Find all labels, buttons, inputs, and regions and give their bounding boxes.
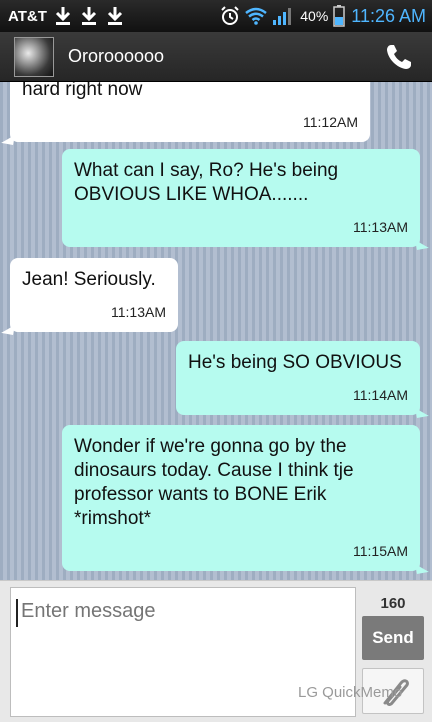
message-text: He's being SO OBVIOUS: [188, 352, 402, 373]
signal-icon: [273, 8, 292, 25]
battery-icon: [333, 5, 346, 27]
message-timestamp: 11:13AM: [111, 304, 166, 320]
message-text: Wonder if we're gonna go by the dinosaur…: [74, 436, 354, 529]
download-icon: [81, 7, 96, 25]
text-caret: [16, 599, 18, 627]
contact-name[interactable]: Ororoooooo: [68, 46, 164, 67]
status-bar: AT&T 40% 11:26 AM: [0, 0, 432, 32]
message-text: hard right now: [22, 82, 143, 100]
conversation-header: Ororoooooo: [0, 32, 432, 82]
download-icon: [107, 7, 122, 25]
message-incoming[interactable]: Jean! Seriously. 11:13AM: [1, 258, 178, 335]
carrier-label: AT&T: [8, 7, 47, 25]
message-text: What can I say, Ro? He's being OBVIOUS L…: [74, 160, 339, 205]
bubble-tail: [415, 238, 429, 250]
download-icon: [55, 7, 70, 25]
message-text: Jean! Seriously.: [22, 269, 156, 290]
bubble-tail: [415, 562, 429, 574]
message-timestamp: 11:15AM: [353, 543, 408, 559]
message-outgoing[interactable]: What can I say, Ro? He's being OBVIOUS L…: [62, 149, 429, 250]
status-clock: 11:26 AM: [351, 5, 426, 26]
message-outgoing[interactable]: He's being SO OBVIOUS 11:14AM: [176, 341, 429, 418]
phone-icon[interactable]: [384, 42, 414, 72]
message-outgoing[interactable]: Wonder if we're gonna go by the dinosaur…: [62, 425, 429, 574]
send-button[interactable]: Send: [362, 616, 424, 660]
message-list[interactable]: hard right now 11:12AM What can I say, R…: [0, 82, 432, 580]
bubble-tail: [1, 133, 15, 145]
message-incoming[interactable]: hard right now 11:12AM: [1, 82, 370, 145]
avatar[interactable]: [14, 36, 54, 77]
bubble-tail: [415, 406, 429, 418]
bubble-tail: [1, 323, 15, 335]
battery-percent: 40%: [300, 8, 329, 24]
character-counter: 160: [380, 595, 406, 612]
wifi-icon: [245, 7, 268, 25]
quickmemo-watermark: LG QuickMemo: [298, 684, 403, 701]
message-timestamp: 11:13AM: [353, 219, 408, 235]
message-timestamp: 11:12AM: [303, 114, 358, 130]
message-timestamp: 11:14AM: [353, 387, 408, 403]
alarm-icon: [221, 6, 239, 25]
